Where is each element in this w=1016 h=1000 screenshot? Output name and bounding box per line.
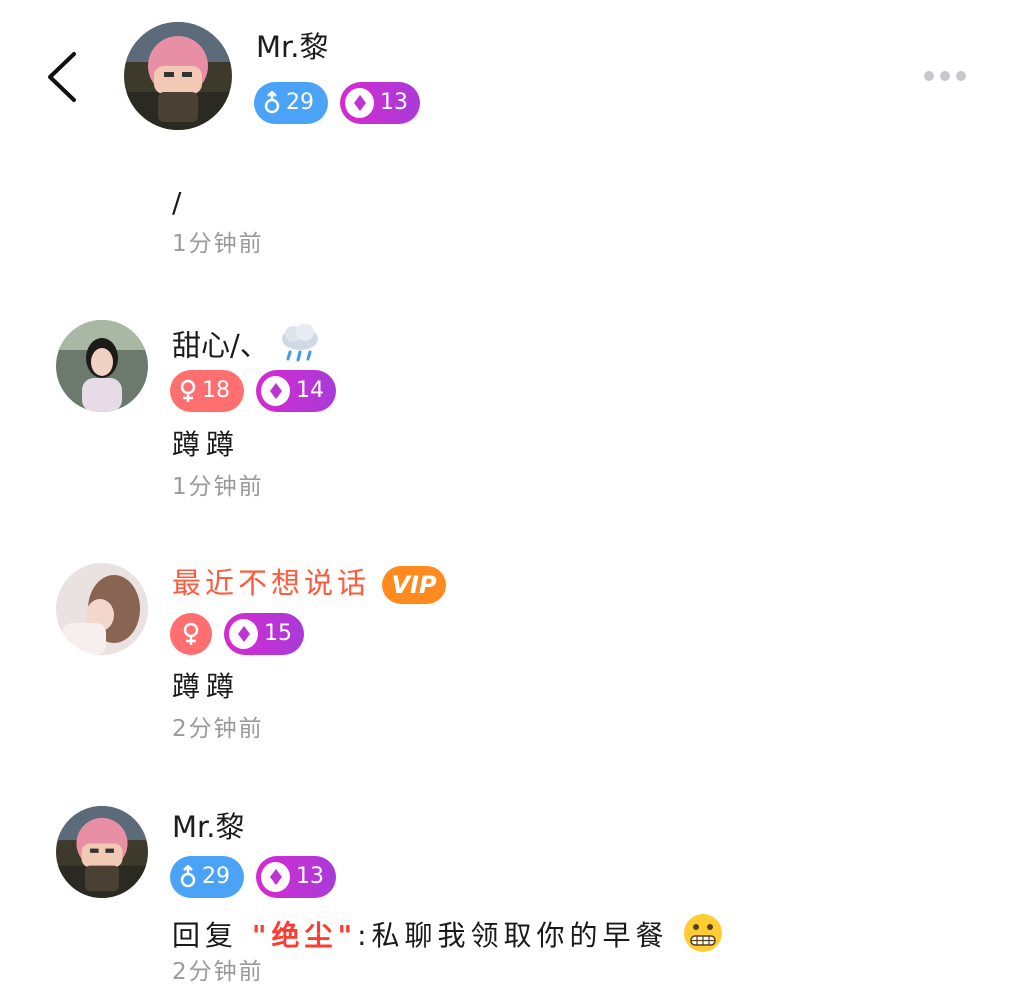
comment-user-name: 甜心/、	[172, 323, 322, 371]
vip-badge: VIP	[382, 566, 447, 604]
age-value: 29	[286, 90, 314, 115]
header-user-name: Mr.黎	[256, 30, 329, 64]
header-avatar[interactable]	[124, 22, 232, 130]
gender-age-badge: 29	[254, 82, 328, 124]
level-badge: 13	[340, 82, 420, 124]
level-value: 14	[296, 378, 324, 403]
comment-badges: 18 14	[170, 370, 336, 412]
comment-user-name: Mr.黎	[172, 810, 245, 844]
diamond-icon	[345, 88, 374, 118]
diamond-icon	[261, 862, 290, 892]
level-value: 13	[380, 90, 408, 115]
post-content: /	[172, 186, 188, 219]
comment-user-name: 最近不想说话 VIP	[172, 566, 447, 604]
female-icon	[183, 622, 199, 646]
level-badge: 13	[256, 856, 336, 898]
comment-avatar[interactable]	[56, 563, 148, 655]
comment-text: 蹲蹲	[172, 428, 241, 461]
level-badge: 15	[224, 613, 304, 655]
reply-target[interactable]: "绝尘"	[252, 919, 357, 952]
more-options-icon[interactable]	[922, 68, 968, 82]
user-name-text: 甜心/、	[172, 328, 269, 363]
reply-text: :私聊我领取你的早餐	[357, 919, 669, 952]
level-value: 15	[264, 621, 292, 646]
diamond-icon	[229, 619, 258, 649]
comment-badges: 29 13	[170, 856, 336, 898]
reply-prefix: 回复	[172, 919, 239, 952]
rain-cloud-emoji	[278, 323, 322, 371]
comment-time: 1分钟前	[172, 474, 264, 500]
age-value: 18	[202, 378, 230, 403]
comment-badges: 15	[170, 613, 304, 655]
comment-avatar[interactable]	[56, 806, 148, 898]
header-badges: 29 13	[254, 82, 420, 124]
comment-text: 蹲蹲	[172, 670, 241, 703]
level-badge: 14	[256, 370, 336, 412]
male-icon	[180, 865, 196, 889]
comment-time: 2分钟前	[172, 716, 264, 742]
male-icon	[264, 91, 280, 115]
back-icon[interactable]	[40, 50, 84, 104]
comment-time: 2分钟前	[172, 959, 264, 985]
comment-avatar[interactable]	[56, 320, 148, 412]
level-value: 13	[296, 864, 324, 889]
comment-text: 回复 "绝尘":私聊我领取你的早餐	[172, 912, 724, 962]
gender-badge	[170, 613, 212, 655]
diamond-icon	[261, 376, 290, 406]
post-time: 1分钟前	[172, 231, 264, 257]
user-name-text: 最近不想说话	[172, 566, 371, 600]
gender-age-badge: 18	[170, 370, 244, 412]
grimacing-face-emoji	[682, 912, 724, 962]
female-icon	[180, 379, 196, 403]
gender-age-badge: 29	[170, 856, 244, 898]
age-value: 29	[202, 864, 230, 889]
